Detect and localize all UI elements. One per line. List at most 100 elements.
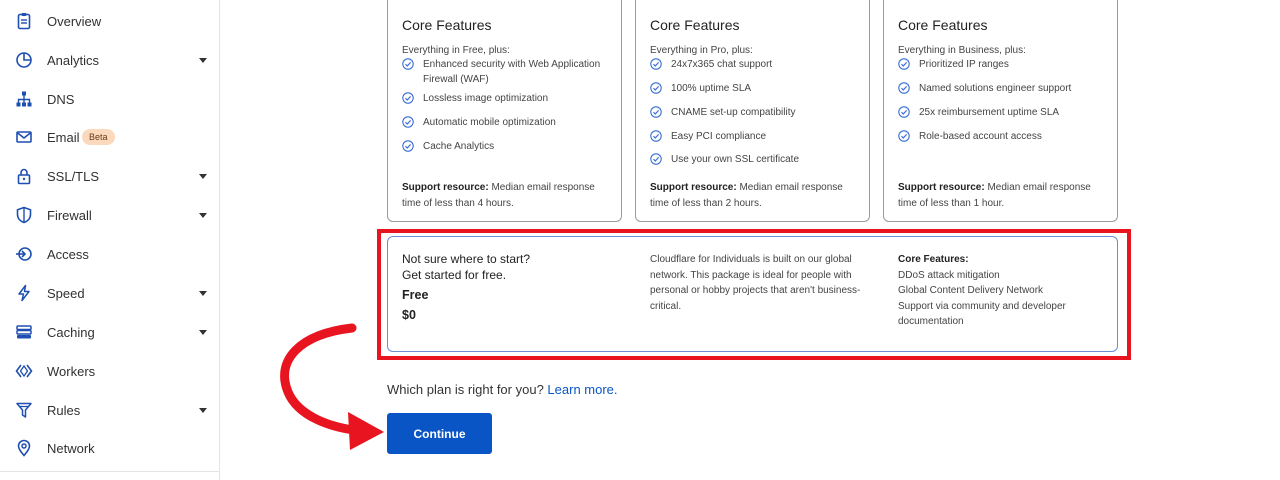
plan-feature-text: 25x reimbursement uptime SLA — [919, 107, 1060, 118]
chevron-down-icon[interactable] — [199, 408, 207, 413]
pie-chart-icon — [15, 51, 33, 69]
free-plan-name: Free — [402, 288, 429, 302]
plan-feature: Use your own SSL certificate — [650, 152, 865, 167]
chevron-down-icon[interactable] — [199, 291, 207, 296]
continue-button[interactable]: Continue — [387, 413, 492, 454]
plan-feature-text: CNAME set-up compatibility — [671, 107, 796, 118]
filter-icon — [15, 401, 33, 419]
free-plan-question-line1: Not sure where to start? — [402, 252, 531, 266]
sidebar-item-email[interactable]: Email Beta — [0, 118, 219, 156]
plan-card-intro: Everything in Free, plus: — [402, 45, 510, 56]
plan-feature-text: Enhanced security with Web Application F… — [423, 59, 601, 85]
plan-feature-text: Cache Analytics — [423, 141, 495, 152]
sidebar-item-analytics[interactable]: Analytics — [0, 41, 219, 79]
check-circle-icon — [898, 82, 910, 94]
plan-feature: Prioritized IP ranges — [898, 57, 1113, 72]
free-plan-price: $0 — [402, 308, 416, 322]
check-circle-icon — [402, 58, 414, 70]
sidebar-item-label: Rules — [47, 402, 81, 418]
free-plan-core-features: Core Features: DDoS attack mitigation Gl… — [898, 252, 1108, 330]
check-circle-icon — [402, 116, 414, 128]
chevron-down-icon[interactable] — [199, 58, 207, 63]
beta-badge: Beta — [82, 129, 115, 145]
plan-feature-text: Named solutions engineer support — [919, 83, 1072, 94]
sidebar-item-label: Analytics — [47, 52, 100, 68]
sidebar-item-label: SSL/TLS — [47, 168, 100, 184]
sidebar-item-caching[interactable]: Caching — [0, 313, 219, 351]
check-circle-icon — [650, 153, 662, 165]
plan-support-resource: Support resource: Median email response … — [402, 180, 612, 211]
plan-feature: 100% uptime SLA — [650, 81, 865, 96]
shield-icon — [15, 206, 33, 224]
chevron-down-icon[interactable] — [199, 174, 207, 179]
red-arrow-annotation — [280, 323, 384, 450]
learn-more-link[interactable]: Learn more. — [547, 382, 617, 397]
sidebar-item-label: Overview — [47, 13, 102, 29]
plan-feature: Role-based account access — [898, 129, 1113, 144]
plan-card-title: Core Features — [402, 17, 492, 33]
sidebar-item-label: Access — [47, 246, 89, 262]
location-pin-icon — [15, 439, 33, 457]
plan-feature: Lossless image optimization — [402, 91, 617, 106]
plan-feature: Easy PCI compliance — [650, 129, 865, 144]
plan-feature-text: 100% uptime SLA — [671, 83, 752, 94]
check-circle-icon — [898, 58, 910, 70]
sidebar-item-rules[interactable]: Rules — [0, 391, 219, 429]
clipboard-icon — [15, 12, 33, 30]
support-label: Support resource: — [898, 182, 985, 193]
sidebar-item-label: Speed — [47, 285, 85, 301]
chevron-down-icon[interactable] — [199, 213, 207, 218]
sidebar-item-workers[interactable]: Workers — [0, 352, 219, 390]
server-stack-icon — [15, 323, 33, 341]
plan-feature: 25x reimbursement uptime SLA — [898, 105, 1113, 120]
free-plan-core-item: Global Content Delivery Network — [898, 285, 1044, 296]
sidebar: Overview Analytics DNS Email Beta SSL/TLS Fire… — [0, 0, 220, 480]
chevron-down-icon[interactable] — [199, 330, 207, 335]
plan-feature-text: Easy PCI compliance — [671, 131, 767, 142]
plan-feature: Enhanced security with Web Application F… — [402, 57, 617, 87]
email-icon — [15, 128, 33, 146]
plan-support-resource: Support resource: Median email response … — [650, 180, 860, 211]
support-label: Support resource: — [650, 182, 737, 193]
check-circle-icon — [898, 106, 910, 118]
free-plan-core-item: DDoS attack mitigation — [898, 269, 1000, 281]
plan-card-intro: Everything in Pro, plus: — [650, 45, 753, 56]
sidebar-item-label: Caching — [47, 324, 95, 340]
plan-support-resource: Support resource: Median email response … — [898, 180, 1108, 211]
sidebar-item-overview[interactable]: Overview — [0, 2, 219, 40]
plan-card[interactable]: Core Features Everything in Business, plu… — [883, 0, 1118, 222]
plan-feature: Automatic mobile optimization — [402, 115, 617, 130]
network-tree-icon — [15, 90, 33, 108]
check-circle-icon — [650, 106, 662, 118]
plan-feature-text: Lossless image optimization — [423, 93, 549, 104]
sidebar-item-firewall[interactable]: Firewall — [0, 196, 219, 234]
plan-feature-text: Role-based account access — [919, 131, 1042, 142]
plan-feature: Cache Analytics — [402, 139, 617, 154]
plan-card-title: Core Features — [898, 17, 988, 33]
sidebar-item-ssl-tls[interactable]: SSL/TLS — [0, 157, 219, 195]
sidebar-item-speed[interactable]: Speed — [0, 274, 219, 312]
free-plan-question-line2: Get started for free. — [402, 267, 507, 282]
free-plan-description: Cloudflare for Individuals is built on o… — [650, 254, 861, 312]
plan-card-title: Core Features — [650, 17, 740, 33]
check-circle-icon — [650, 82, 662, 94]
check-circle-icon — [650, 58, 662, 70]
sidebar-item-access[interactable]: Access — [0, 235, 219, 273]
plan-card[interactable]: Core Features Everything in Free, plus: En… — [387, 0, 622, 222]
plan-card[interactable]: Core Features Everything in Pro, plus: 24x… — [635, 0, 870, 222]
check-circle-icon — [402, 140, 414, 152]
sidebar-item-network[interactable]: Network — [0, 429, 219, 467]
check-circle-icon — [898, 130, 910, 142]
lightning-icon — [15, 284, 33, 302]
check-circle-icon — [402, 92, 414, 104]
free-plan-question: Not sure where to start? Get started for… — [402, 252, 622, 283]
free-plan-card[interactable]: Not sure where to start? Get started for… — [387, 236, 1118, 352]
plan-feature-text: Automatic mobile optimization — [423, 117, 556, 128]
workers-icon — [15, 362, 33, 380]
sidebar-item-dns[interactable]: DNS — [0, 80, 219, 118]
sidebar-item-label: Firewall — [47, 207, 92, 223]
plan-feature-text: 24x7x365 chat support — [671, 59, 773, 70]
plan-feature: 24x7x365 chat support — [650, 57, 865, 72]
plan-feature: CNAME set-up compatibility — [650, 105, 865, 120]
plan-help-text: Which plan is right for you? Learn more. — [387, 382, 618, 397]
